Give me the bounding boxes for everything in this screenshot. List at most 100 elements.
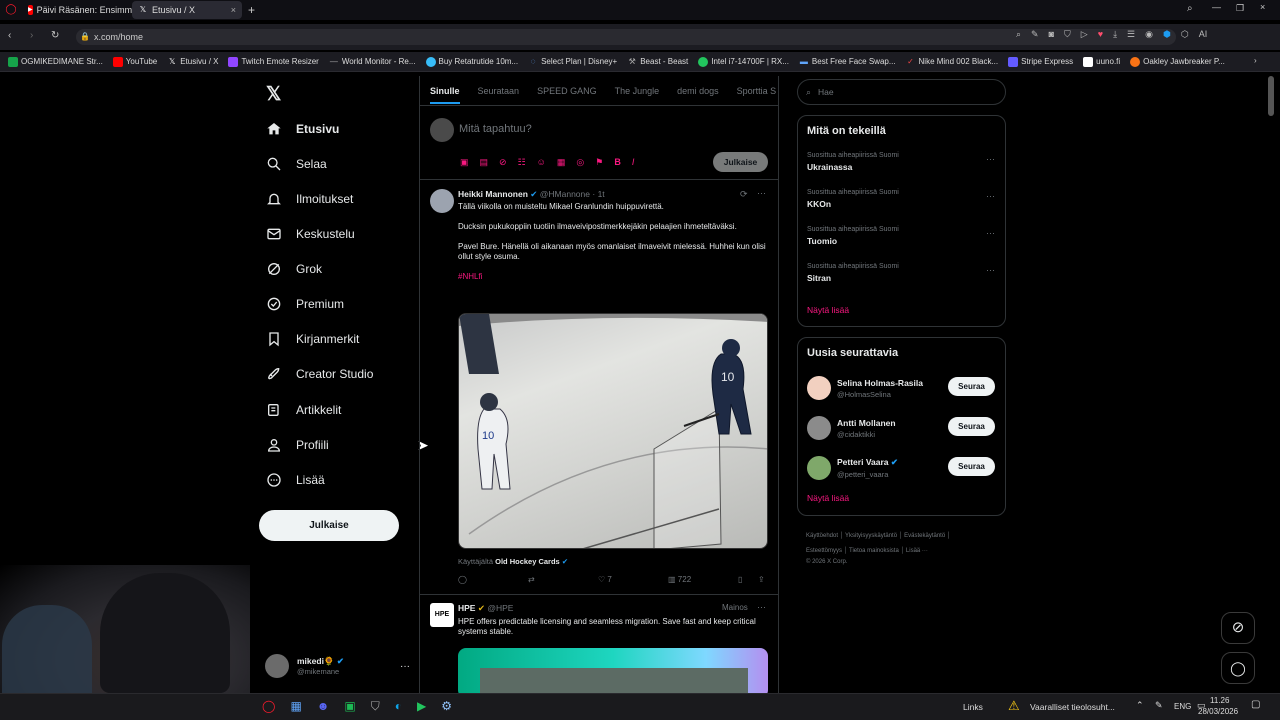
messages-float-button[interactable]: ◯ xyxy=(1221,652,1255,684)
like-button[interactable]: ♡ 7 xyxy=(598,575,612,584)
composer-post-button[interactable]: Julkaise xyxy=(713,152,768,172)
more-dots-icon[interactable]: ··· xyxy=(757,602,766,612)
tweet-time[interactable]: · 1t xyxy=(592,189,604,199)
steam-icon[interactable]: ⚙ xyxy=(441,699,452,714)
emoji-icon[interactable]: ☺ xyxy=(537,157,546,168)
ai-icon[interactable]: AI xyxy=(1199,29,1208,40)
minimize-icon[interactable]: — xyxy=(1212,2,1221,12)
attribution-source[interactable]: Old Hockey Cards xyxy=(495,557,560,566)
footer-link[interactable]: Lisää ··· xyxy=(906,548,928,554)
nav-grok[interactable]: Grok xyxy=(266,261,322,277)
opera-icon[interactable]: ◯ xyxy=(5,5,16,15)
taskbar-links[interactable]: Links xyxy=(963,702,983,712)
tweet-author[interactable]: Heikki Mannonen xyxy=(458,189,528,199)
spotify-icon[interactable]: ▣ xyxy=(344,699,355,714)
nav-bookmarks[interactable]: Kirjanmerkit xyxy=(266,331,359,347)
nav-more[interactable]: Lisää xyxy=(266,472,325,488)
poll-icon[interactable]: ☷ xyxy=(518,157,526,168)
close-tab-icon[interactable]: × xyxy=(231,5,236,15)
reload-icon[interactable]: ↻ xyxy=(51,30,59,41)
download-icon[interactable]: ⤓ xyxy=(1113,29,1117,40)
location-icon[interactable]: ◎ xyxy=(576,157,584,168)
bookmark-icon[interactable]: ▯ xyxy=(738,575,742,584)
bookmark[interactable]: uuno.fi xyxy=(1083,56,1120,67)
close-window-icon[interactable]: × xyxy=(1260,2,1265,12)
views-button[interactable]: ▥ 722 xyxy=(668,575,691,584)
tray-chevron-icon[interactable]: ⌃ xyxy=(1136,700,1144,711)
shield-icon[interactable]: ⛉ xyxy=(1064,29,1071,40)
tab-for-you[interactable]: Sinulle xyxy=(430,86,460,104)
heart-icon[interactable]: ♥ xyxy=(1098,29,1103,40)
back-icon[interactable]: ‹ xyxy=(8,30,11,41)
bookmarks-overflow-icon[interactable]: › xyxy=(1254,56,1257,65)
weather-alert[interactable]: Vaaralliset tieolosuht... xyxy=(1030,702,1115,712)
who-to-follow-show-more[interactable]: Näytä lisää xyxy=(798,488,1005,503)
tweet-ad[interactable]: HPE HPE ✔ @HPE Mainos ··· HPE offers pre… xyxy=(420,595,778,693)
grok-float-button[interactable]: ⊘ xyxy=(1221,612,1255,644)
follow-suggestion[interactable]: Antti Mollanen @cidaktikki Seuraa xyxy=(798,408,1005,448)
maximize-icon[interactable]: ❐ xyxy=(1236,3,1244,14)
search-icon[interactable]: ⌕ xyxy=(1016,29,1021,40)
nav-home[interactable]: Etusivu xyxy=(266,121,339,137)
bookmark[interactable]: ⚒ Beast - Beast xyxy=(627,57,689,67)
clock-date[interactable]: 28/03/2026 xyxy=(1198,707,1238,716)
nav-creator-studio[interactable]: Creator Studio xyxy=(266,366,373,382)
nav-articles[interactable]: Artikkelit xyxy=(266,402,341,418)
nav-explore[interactable]: Selaa xyxy=(266,156,327,172)
bookmark[interactable]: 𝕏 Etusivu / X xyxy=(167,57,218,67)
bookmark[interactable]: Stripe Express xyxy=(1008,56,1073,67)
discord-icon[interactable]: ☻ xyxy=(317,699,330,714)
x-logo-icon[interactable]: 𝕏 xyxy=(266,83,281,106)
url-field[interactable]: 🔒 x.com/home xyxy=(76,29,1176,45)
tweet-author[interactable]: HPE xyxy=(458,603,475,613)
more-dots-icon[interactable]: ··· xyxy=(986,228,995,238)
edge-icon[interactable]: ◐ xyxy=(395,699,402,714)
bookmark[interactable]: OGMIKEDIMANE Str... xyxy=(8,56,103,67)
menu-icon[interactable]: ☰ xyxy=(1127,29,1135,40)
trend-item[interactable]: Suosittua aiheapiirissä Suomi Ukrainassa ·… xyxy=(798,152,1005,189)
schedule-icon[interactable]: ▦ xyxy=(557,157,566,168)
account-switcher[interactable]: mikedi🌻 ✔ @mikemane ··· xyxy=(265,653,410,679)
bookmark[interactable]: Twitch Emote Resizer xyxy=(228,56,319,67)
pen-icon[interactable]: ✎ xyxy=(1155,700,1163,711)
flag-icon[interactable]: ⚑ xyxy=(595,157,603,168)
bookmark[interactable]: Oakley Jawbreaker P... xyxy=(1130,56,1225,67)
opera-icon[interactable]: ◯ xyxy=(262,699,275,714)
tab-following[interactable]: Seurataan xyxy=(478,86,520,96)
profile-icon[interactable]: ◉ xyxy=(1145,29,1153,40)
cube-icon[interactable]: ⬡ xyxy=(1181,29,1189,40)
tweet-handle[interactable]: @HMannone xyxy=(540,189,590,199)
trend-item[interactable]: Suosittua aiheapiirissä Suomi Sitran ··· xyxy=(798,263,1005,300)
more-dots-icon[interactable]: ··· xyxy=(757,188,766,198)
repost-icon[interactable]: ⇄ xyxy=(528,575,535,584)
bookmark[interactable]: — World Monitor - Re... xyxy=(329,57,416,67)
nav-premium[interactable]: Premium xyxy=(266,296,344,312)
tab-sporttia[interactable]: Sporttia S xyxy=(737,86,777,96)
bookmark[interactable]: Intel i7-14700F | RX... xyxy=(698,56,789,67)
camera-icon[interactable]: ◙ xyxy=(1049,29,1054,40)
trend-item[interactable]: Suosittua aiheapiirissä Suomi Tuomio ··· xyxy=(798,226,1005,263)
follow-button[interactable]: Seuraa xyxy=(948,417,995,436)
grok-icon[interactable]: ⊘ xyxy=(499,157,507,168)
bookmark[interactable]: ◌ Select Plan | Disney+ xyxy=(528,57,618,67)
bookmark[interactable]: ✓ Nike Mind 002 Black... xyxy=(906,57,998,67)
clock-time[interactable]: 11.26 xyxy=(1210,696,1229,705)
italic-icon[interactable]: I xyxy=(632,157,635,168)
footer-link[interactable]: Käyttöehdot xyxy=(806,533,838,539)
follow-suggestion[interactable]: Petteri Vaara ✔ @petteri_vaara Seuraa xyxy=(798,448,1005,488)
tweet-video[interactable]: 10 10 xyxy=(458,313,768,549)
grok-icon[interactable]: ⟳ xyxy=(740,189,748,200)
trends-show-more[interactable]: Näytä lisää xyxy=(798,300,1005,315)
play-icon[interactable]: ▷ xyxy=(1081,29,1088,40)
tab-speed-gang[interactable]: SPEED GANG xyxy=(537,86,597,96)
browser-tab-active[interactable]: 𝕏 Etusivu / X × xyxy=(132,1,242,19)
more-dots-icon[interactable]: ··· xyxy=(986,265,995,275)
more-dots-icon[interactable]: ··· xyxy=(400,661,410,672)
nav-notifications[interactable]: Ilmoitukset xyxy=(266,191,353,207)
search-tabs-icon[interactable]: ⌕ xyxy=(1187,3,1193,14)
forward-icon[interactable]: › xyxy=(30,30,33,41)
tab-the-jungle[interactable]: The Jungle xyxy=(615,86,660,96)
notifications-icon[interactable]: ▢ xyxy=(1251,699,1260,710)
ad-media[interactable] xyxy=(458,648,768,693)
bookmark[interactable]: ▬ Best Free Face Swap... xyxy=(799,57,896,67)
